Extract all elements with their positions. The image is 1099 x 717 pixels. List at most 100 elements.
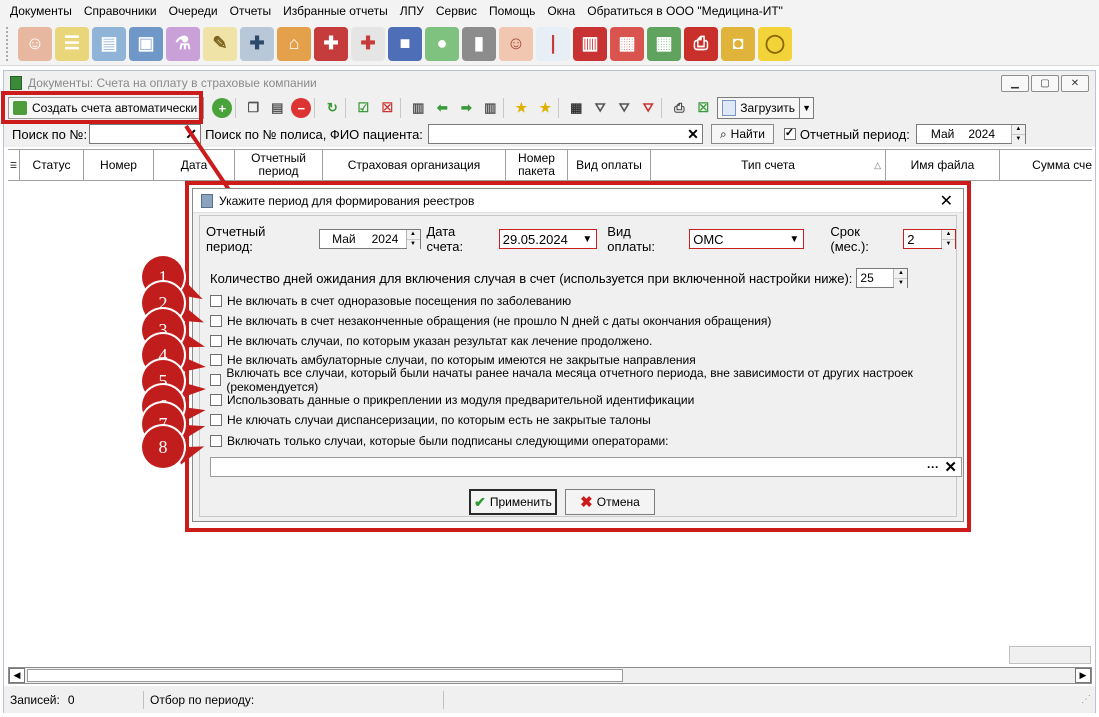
option-row[interactable]: Включать только случаи, которые были под… [210, 433, 669, 449]
chevron-down-icon[interactable]: ▼ [579, 231, 595, 247]
medicine-kit-icon[interactable]: ✚ [314, 26, 348, 61]
filter-clear-icon[interactable]: ⛛ [638, 98, 658, 118]
column-header[interactable]: Сумма сче [1000, 150, 1092, 180]
load-dropdown-button[interactable]: ▼ [800, 97, 815, 119]
star-add-icon[interactable]: ★ [511, 98, 531, 118]
hospital-icon[interactable]: ⌂ [277, 26, 311, 61]
report-period-spinner[interactable]: Май 2024 ▲ ▼ [319, 229, 421, 249]
book-icon[interactable]: ▥ [573, 26, 607, 61]
chevron-down-icon[interactable]: ▼ [786, 231, 802, 247]
column-header[interactable]: Страховая организация [323, 150, 506, 180]
calculator-icon[interactable]: ▦ [647, 26, 681, 61]
printer-icon[interactable]: ⎙ [669, 98, 689, 118]
menu-favorite-reports[interactable]: Избранные отчеты [277, 0, 394, 22]
copy-icon[interactable]: ❐ [243, 98, 263, 118]
syringe-icon[interactable]: ✚ [240, 26, 274, 61]
search-policy-input[interactable]: ✕ [427, 124, 703, 144]
minimize-button[interactable]: ▁ [1001, 74, 1029, 92]
column-header[interactable]: Вид оплаты [568, 150, 651, 180]
column-header[interactable]: Отчетный период [235, 150, 323, 180]
filter-icon[interactable]: ⛛ [590, 98, 610, 118]
pills-icon[interactable]: ● [425, 26, 459, 61]
barcode-scanner-icon[interactable]: ▮ [462, 26, 496, 61]
column-header[interactable]: Статус [20, 150, 84, 180]
column-header[interactable]: Тип счета △ [651, 150, 886, 180]
grid-menu-icon[interactable]: ☰ [8, 150, 20, 180]
edit-icon[interactable]: ▤ [267, 98, 287, 118]
edit-notes-icon[interactable]: ✎ [203, 26, 237, 61]
period-spinner[interactable]: Май 2024 ▲ ▼ [915, 124, 1026, 144]
card-index-icon[interactable]: ▤ [92, 26, 126, 61]
apply-button[interactable]: ✔ Применить [469, 489, 557, 515]
dialog-close-icon[interactable]: ✕ [940, 191, 953, 211]
clear-policy-icon[interactable]: ✕ [685, 126, 701, 142]
browse-operators-icon[interactable]: ··· [927, 460, 939, 474]
menu-lpu[interactable]: ЛПУ [394, 0, 430, 22]
menu-references[interactable]: Справочники [78, 0, 163, 22]
box-icon[interactable]: ■ [388, 26, 422, 61]
period-checkbox[interactable] [783, 126, 796, 140]
print-icon[interactable]: ⎙ [684, 26, 718, 61]
option-row[interactable]: Не ключать случаи диспансеризации, по ко… [210, 412, 651, 428]
payment-type-select[interactable]: ОМС ▼ [689, 229, 805, 249]
column-header[interactable]: Дата [154, 150, 235, 180]
option-checkbox[interactable] [210, 374, 222, 386]
scroll-thumb[interactable] [27, 669, 623, 682]
scroll-left-icon[interactable]: ◀ [9, 668, 25, 683]
filter-edit-icon[interactable]: ⛛ [614, 98, 634, 118]
maximize-button[interactable]: ▢ [1031, 74, 1059, 92]
spin-down-icon[interactable]: ▼ [941, 239, 955, 249]
option-row[interactable]: Не включать в счет незаконченные обращен… [210, 313, 771, 329]
option-checkbox[interactable] [210, 435, 222, 447]
chat-icon[interactable]: ◯ [758, 26, 792, 61]
column-header[interactable]: Номер пакета [506, 150, 568, 180]
uncheck-all-icon[interactable]: ☒ [377, 98, 397, 118]
load-button[interactable]: Загрузить [717, 97, 801, 119]
spin-down-icon[interactable]: ▼ [1011, 134, 1025, 144]
option-checkbox[interactable] [210, 315, 222, 327]
menu-queues[interactable]: Очереди [163, 0, 224, 22]
option-checkbox[interactable] [210, 335, 222, 347]
toolbar-grip[interactable] [6, 26, 11, 61]
option-checkbox[interactable] [210, 295, 222, 307]
wait-days-spinner[interactable]: 25 ▲ ▼ [856, 268, 909, 288]
add-icon[interactable]: + [212, 98, 233, 118]
journal-icon[interactable]: ☰ [55, 26, 89, 61]
excel-icon[interactable]: ☒ [693, 98, 713, 118]
close-window-button[interactable]: ✕ [1061, 74, 1089, 92]
spin-down-icon[interactable]: ▼ [406, 239, 420, 249]
menu-contact-vendor[interactable]: Обратиться в ООО "Медицина-ИТ" [581, 0, 789, 22]
operators-field[interactable]: ··· ✕ [210, 457, 962, 477]
find-button[interactable]: ⌕ Найти [710, 124, 774, 144]
arrow-right-icon[interactable]: ➡ [456, 98, 476, 118]
option-checkbox[interactable] [210, 354, 222, 366]
patient-card-icon[interactable]: ▣ [129, 26, 163, 61]
nurse-icon[interactable]: ☺ [499, 26, 533, 61]
menu-reports[interactable]: Отчеты [224, 0, 277, 22]
option-row[interactable]: Не включать случаи, по которым указан ре… [210, 333, 652, 349]
option-row[interactable]: Не включать в счет одноразовые посещения… [210, 293, 571, 309]
spin-down-icon[interactable]: ▼ [894, 278, 908, 288]
thermometer-icon[interactable]: ❘ [536, 26, 570, 61]
column-header[interactable]: Номер [84, 150, 154, 180]
first-aid-icon[interactable]: ✚ [351, 26, 385, 61]
invoice-date-picker[interactable]: 29.05.2024 ▼ [498, 229, 598, 249]
cancel-button[interactable]: ✖ Отмена [565, 489, 655, 515]
menu-help[interactable]: Помощь [483, 0, 541, 22]
refresh-icon[interactable]: ↻ [322, 98, 342, 118]
check-all-icon[interactable]: ☑ [353, 98, 373, 118]
doctor-icon[interactable]: ☺ [18, 26, 52, 61]
menu-windows[interactable]: Окна [541, 0, 581, 22]
import-icon[interactable]: ▥ [480, 98, 500, 118]
horizontal-scrollbar[interactable]: ◀ ▶ [8, 667, 1092, 684]
spin-up-icon[interactable]: ▲ [1011, 125, 1025, 134]
spin-up-icon[interactable]: ▲ [894, 269, 908, 278]
scroll-right-icon[interactable]: ▶ [1075, 668, 1091, 683]
delete-icon[interactable]: − [291, 98, 312, 118]
clear-operators-icon[interactable]: ✕ [944, 458, 957, 476]
column-header[interactable]: Имя файла [886, 150, 1000, 180]
arrow-left-icon[interactable]: ⬅ [432, 98, 452, 118]
spin-up-icon[interactable]: ▲ [406, 230, 420, 239]
menu-service[interactable]: Сервис [430, 0, 483, 22]
calendar-icon[interactable]: ▦ [610, 26, 644, 61]
